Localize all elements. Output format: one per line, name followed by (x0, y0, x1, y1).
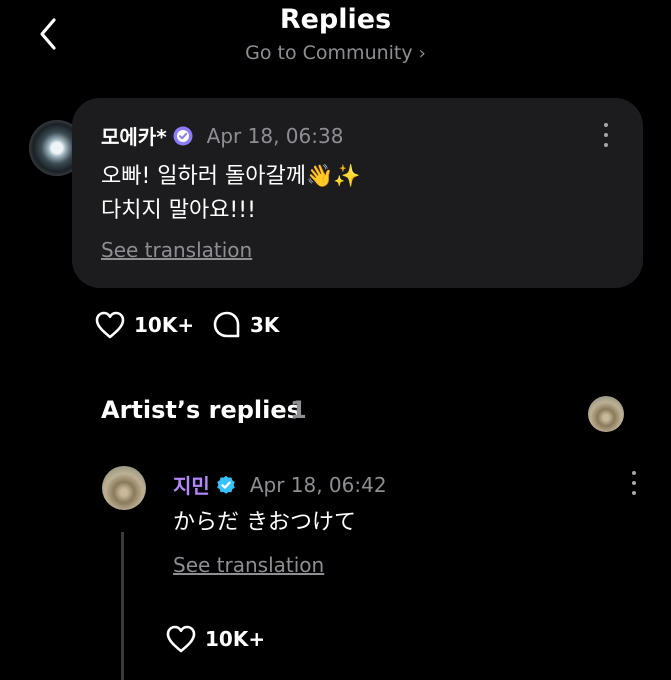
reply-author[interactable]: 지민 (173, 470, 210, 499)
verified-badge-icon (173, 126, 193, 145)
go-to-community-label: Go to Community (245, 42, 413, 64)
reply-header: 지민 Apr 18, 06:42 (173, 470, 387, 499)
heart-icon (166, 625, 196, 653)
post-message: 오빠! 일하러 돌아갈께👋✨ 다치지 말아요!!! (101, 164, 361, 223)
page-title: Replies (279, 4, 392, 35)
comment-bubble-icon (213, 311, 240, 338)
post-author[interactable]: 모에카* (101, 121, 167, 150)
comment-count: 3K (250, 313, 280, 337)
like-button[interactable]: 10K+ (94, 310, 194, 340)
artist-avatar-small[interactable] (588, 396, 624, 432)
reply-avatar[interactable] (102, 466, 146, 510)
reply-timestamp: Apr 18, 06:42 (249, 472, 387, 497)
like-count: 10K+ (134, 313, 195, 337)
reply-message: からだ きおつけて (173, 510, 356, 535)
comment-button[interactable]: 3K (212, 310, 279, 340)
artist-replies-title: Artist’s replies (101, 396, 301, 424)
chevron-right-icon: › (418, 43, 426, 64)
reply-like-button[interactable]: 10K+ (165, 624, 265, 654)
post-header: 모에카* Apr 18, 06:38 (101, 121, 343, 150)
reply-more-options-icon[interactable] (628, 470, 640, 496)
artist-replies-count: 1 (290, 396, 307, 424)
reply-like-count: 10K+ (205, 627, 266, 651)
header: Replies Go to Community › (0, 0, 671, 80)
reply-see-translation-link[interactable]: See translation (173, 553, 324, 577)
verified-badge-icon (217, 475, 235, 494)
heart-icon (95, 311, 125, 339)
thread-line (121, 532, 124, 680)
go-to-community-link[interactable]: Go to Community › (0, 42, 671, 64)
see-translation-link[interactable]: See translation (101, 238, 252, 262)
post-more-options-icon[interactable] (600, 122, 612, 148)
post-timestamp: Apr 18, 06:38 (206, 123, 344, 148)
